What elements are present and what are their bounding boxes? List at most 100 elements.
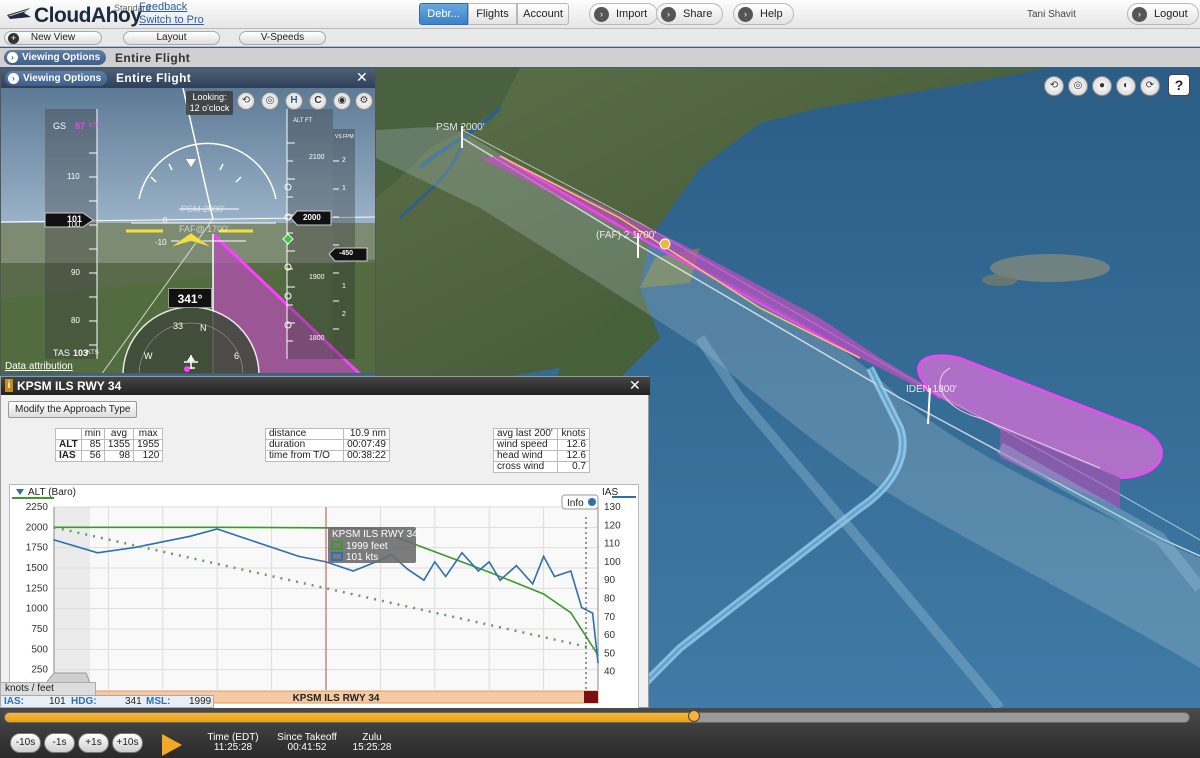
data-point [461, 552, 463, 554]
layout-button[interactable]: Layout [123, 31, 220, 45]
alt-label: ALT FT [293, 118, 313, 124]
tab-flights[interactable]: Flights [468, 3, 517, 25]
share-label: Share [683, 8, 713, 20]
alt-tick: 1900 [309, 274, 325, 281]
y-tick-label: 250 [31, 665, 48, 676]
table-row: duration 00:07:49 [265, 439, 390, 451]
gs-unit: KTS [89, 123, 101, 129]
settings-icon[interactable]: ⚙ [355, 92, 373, 110]
pitch-label: -10 [155, 238, 167, 247]
table-header: max [133, 428, 164, 440]
new-view-button[interactable]: + New View [4, 31, 102, 45]
y2-tick-label: 70 [604, 612, 616, 623]
course-mode-icon[interactable]: C [309, 92, 327, 110]
y-tick-label: 1500 [26, 563, 49, 574]
forward-10s-button[interactable]: +10s [112, 733, 143, 753]
speed-tick: 90 [71, 268, 80, 277]
since-takeoff: Since Takeoff 00:41:52 [272, 733, 342, 753]
view-options-row: › Viewing Options Entire Flight [0, 48, 1200, 67]
tab-account[interactable]: Account [517, 3, 569, 25]
table-header: knots [557, 428, 590, 440]
map-help-icon[interactable]: ? [1168, 74, 1190, 96]
feedback-link[interactable]: Feedback [139, 1, 187, 13]
vspeeds-label: V-Speeds [260, 32, 305, 43]
tilt-icon[interactable]: ◎ [1068, 76, 1088, 96]
data-point [580, 606, 583, 609]
viewing-options-label: Viewing Options [22, 52, 101, 63]
info-circle-icon [588, 498, 596, 506]
table-cell: 12.6 [557, 439, 590, 451]
value-readout: knots / feet IAS: 101 HDG: 341 MSL: 1999 [0, 682, 214, 708]
timeline-scrubber[interactable] [4, 712, 1190, 723]
play-icon[interactable] [162, 734, 182, 756]
approach-chart[interactable]: 250 500 750 1000 1250 1500 1750 2000 2250 40 50 60 7… [9, 484, 639, 709]
tab-debrief[interactable]: Debr... [419, 3, 468, 25]
share-button[interactable]: › Share [656, 3, 724, 25]
view-title: Entire Flight [115, 51, 191, 65]
back-1s-button[interactable]: -1s [44, 733, 75, 753]
y-tick-label: 1000 [26, 604, 49, 615]
viewing-options-button[interactable]: › Viewing Options [4, 50, 107, 65]
pfd-viewing-options-label: Viewing Options [23, 73, 102, 84]
help-label: Help [760, 8, 783, 20]
pfd-title: Entire Flight [116, 71, 192, 85]
data-point [243, 537, 246, 539]
help-button[interactable]: › Help [733, 3, 794, 25]
pfd-close-icon[interactable]: ✕ [356, 69, 368, 86]
approach-header: i KPSM ILS RWY 34 ✕ [1, 377, 650, 395]
table-cell: wind speed [493, 439, 558, 451]
modify-approach-button[interactable]: Modify the Approach Type [8, 401, 138, 418]
data-point [477, 570, 480, 572]
chevron-right-icon: › [8, 73, 19, 84]
pfd-viewing-options-button[interactable]: › Viewing Options [5, 71, 108, 86]
zoom-icon[interactable]: ◐ [1116, 76, 1136, 96]
data-point [488, 571, 491, 573]
camera-icon[interactable]: ◉ [333, 92, 351, 110]
compass-label: 6 [234, 351, 240, 361]
view-tilt-icon[interactable]: ◎ [261, 92, 279, 110]
y2-tick-label: 50 [604, 648, 616, 659]
plane-logo-icon [7, 8, 31, 19]
tooltip-alt-value: 1999 feet [346, 541, 388, 552]
looking-label: Looking: [192, 92, 227, 102]
compass-label: 33 [173, 321, 184, 331]
hdg-readout-label: HDG: [71, 696, 97, 707]
data-point [96, 526, 99, 529]
table-cell: 00:38:22 [343, 450, 390, 462]
rotate-left-icon[interactable]: ⟲ [1044, 76, 1064, 96]
looking-direction: 12 o'clock [189, 103, 230, 113]
data-attribution-link[interactable]: Data attribution [5, 361, 73, 372]
zulu-time: Zulu 15:25:28 [346, 733, 398, 753]
data-point [597, 648, 599, 651]
table-cell: 85 [80, 439, 105, 451]
alt-current: 2000 [303, 213, 321, 222]
back-10s-button[interactable]: -10s [10, 733, 41, 753]
import-button[interactable]: › Import [589, 3, 659, 25]
y-tick-label: 1250 [26, 583, 49, 594]
timeline-handle[interactable] [688, 710, 700, 722]
pfd-waypoint-faf: FAF@ 1700' [179, 224, 229, 234]
table-row: wind speed 12.6 [493, 439, 590, 451]
switch-to-pro-link[interactable]: Switch to Pro [139, 14, 204, 26]
rotate-right-icon[interactable]: ⟳ [1140, 76, 1160, 96]
y-tick-label: 500 [31, 644, 48, 655]
close-icon[interactable]: ✕ [629, 377, 641, 394]
forward-1s-button[interactable]: +1s [78, 733, 109, 753]
data-point [298, 526, 300, 529]
view-left-icon[interactable]: ⟲ [237, 92, 255, 110]
compass-label: W [144, 351, 153, 361]
table-header: avg [103, 428, 135, 440]
table-cell: duration [265, 439, 344, 451]
center-icon[interactable]: ● [1092, 76, 1112, 96]
wind-table: avg last 200' knots wind speed 12.6 head… [493, 428, 590, 473]
heading-mode-icon[interactable]: H [285, 92, 303, 110]
table-cell: 1955 [133, 439, 164, 451]
msl-readout-value: 1999 [189, 696, 212, 707]
approach-bar-label: KPSM ILS RWY 34 [293, 693, 380, 704]
vspeeds-button[interactable]: V-Speeds [239, 31, 326, 45]
table-row: cross wind 0.7 [493, 461, 590, 473]
data-point [597, 661, 599, 664]
speed-current: 101 [67, 214, 83, 224]
data-point [423, 579, 425, 581]
logout-button[interactable]: › Logout [1127, 3, 1199, 25]
